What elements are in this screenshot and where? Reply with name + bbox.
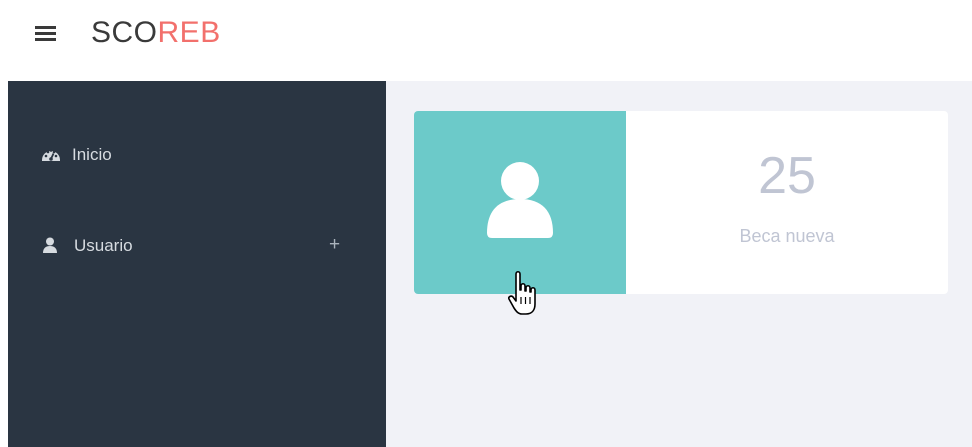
- hamburger-menu-icon[interactable]: [33, 21, 61, 43]
- dashboard-gauge-icon: [41, 145, 61, 165]
- menu-bar: [35, 32, 56, 35]
- top-header: SCOREB: [0, 0, 972, 81]
- brand-text-part2: REB: [157, 16, 221, 49]
- sidebar-item-label: Inicio: [72, 145, 112, 164]
- main-content: 25 Beca nueva: [386, 81, 972, 447]
- menu-bar: [35, 38, 56, 41]
- menu-bar: [35, 26, 56, 29]
- brand-text-part1: SCO: [91, 16, 158, 49]
- stat-label: Beca nueva: [739, 226, 835, 246]
- stat-card: 25 Beca nueva: [414, 111, 948, 294]
- sidebar-item-inicio[interactable]: Inicio: [8, 133, 386, 177]
- sidebar: Inicio Usuario +: [8, 81, 386, 447]
- stat-number: 25: [758, 147, 816, 205]
- user-icon: [484, 161, 556, 241]
- user-icon: [41, 236, 61, 256]
- sidebar-item-label: Usuario: [74, 236, 133, 255]
- expand-plus-icon[interactable]: +: [329, 234, 340, 256]
- brand-logo[interactable]: SCOREB: [91, 13, 221, 53]
- sidebar-item-usuario[interactable]: Usuario +: [8, 224, 386, 268]
- stat-card-icon-panel[interactable]: [414, 111, 626, 294]
- stat-card-value-panel: 25 Beca nueva: [626, 111, 948, 294]
